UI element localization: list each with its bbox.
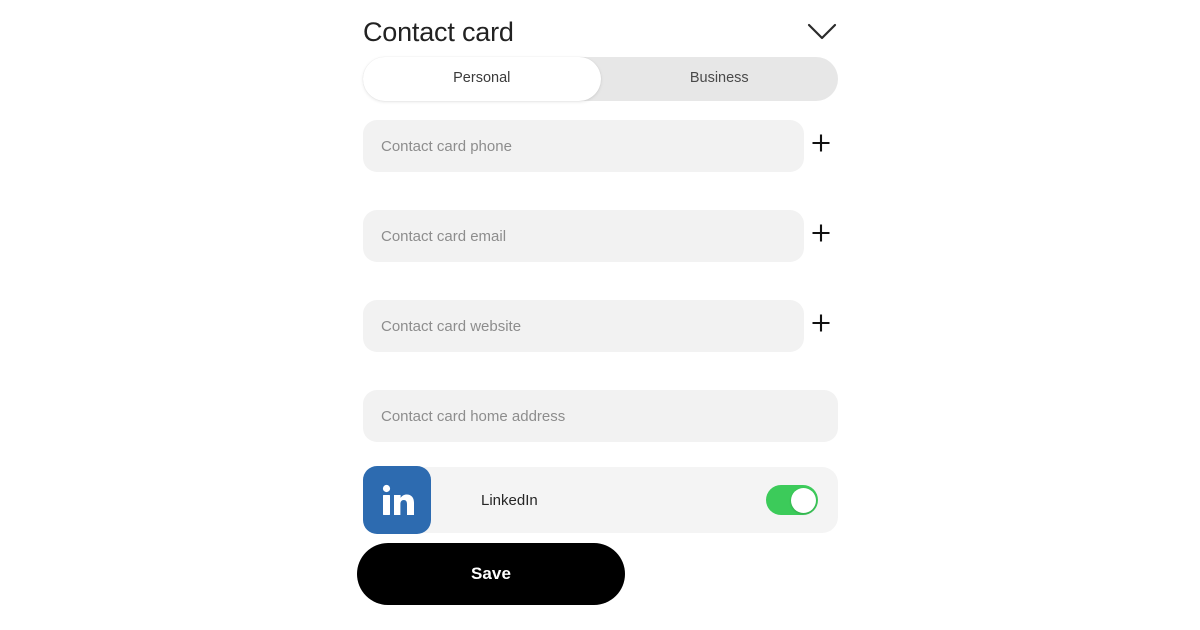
add-phone-button[interactable] xyxy=(804,120,838,172)
social-label-linkedin: LinkedIn xyxy=(481,491,538,509)
plus-icon xyxy=(810,132,832,154)
field-row-email xyxy=(363,210,838,262)
linkedin-toggle[interactable] xyxy=(766,485,818,515)
field-row-phone xyxy=(363,120,838,172)
save-button[interactable]: Save xyxy=(357,543,625,605)
contact-card-panel: Contact card Personal Business Contact c… xyxy=(357,0,838,630)
plus-icon xyxy=(810,312,832,334)
website-input[interactable] xyxy=(363,300,804,352)
linkedin-icon xyxy=(363,466,431,534)
card-header: Contact card xyxy=(363,10,838,54)
contact-card-screen: Contact card Personal Business Contact c… xyxy=(0,0,1200,630)
field-row-home-address xyxy=(363,390,838,442)
field-row-website xyxy=(363,300,838,352)
tab-business[interactable]: Business xyxy=(601,57,839,101)
add-website-button[interactable] xyxy=(804,300,838,352)
page-title: Contact card xyxy=(363,17,514,47)
toggle-knob xyxy=(790,487,816,513)
contact-type-segmented-control[interactable]: Personal Business xyxy=(363,57,838,101)
email-input[interactable] xyxy=(363,210,804,262)
add-email-button[interactable] xyxy=(804,210,838,262)
plus-icon xyxy=(810,222,832,244)
collapse-toggle-button[interactable] xyxy=(802,12,842,52)
social-row-linkedin: LinkedIn xyxy=(363,466,838,534)
chevron-down-icon xyxy=(807,23,837,41)
phone-input[interactable] xyxy=(363,120,804,172)
home-address-input[interactable] xyxy=(363,390,838,442)
tab-personal[interactable]: Personal xyxy=(363,57,601,101)
